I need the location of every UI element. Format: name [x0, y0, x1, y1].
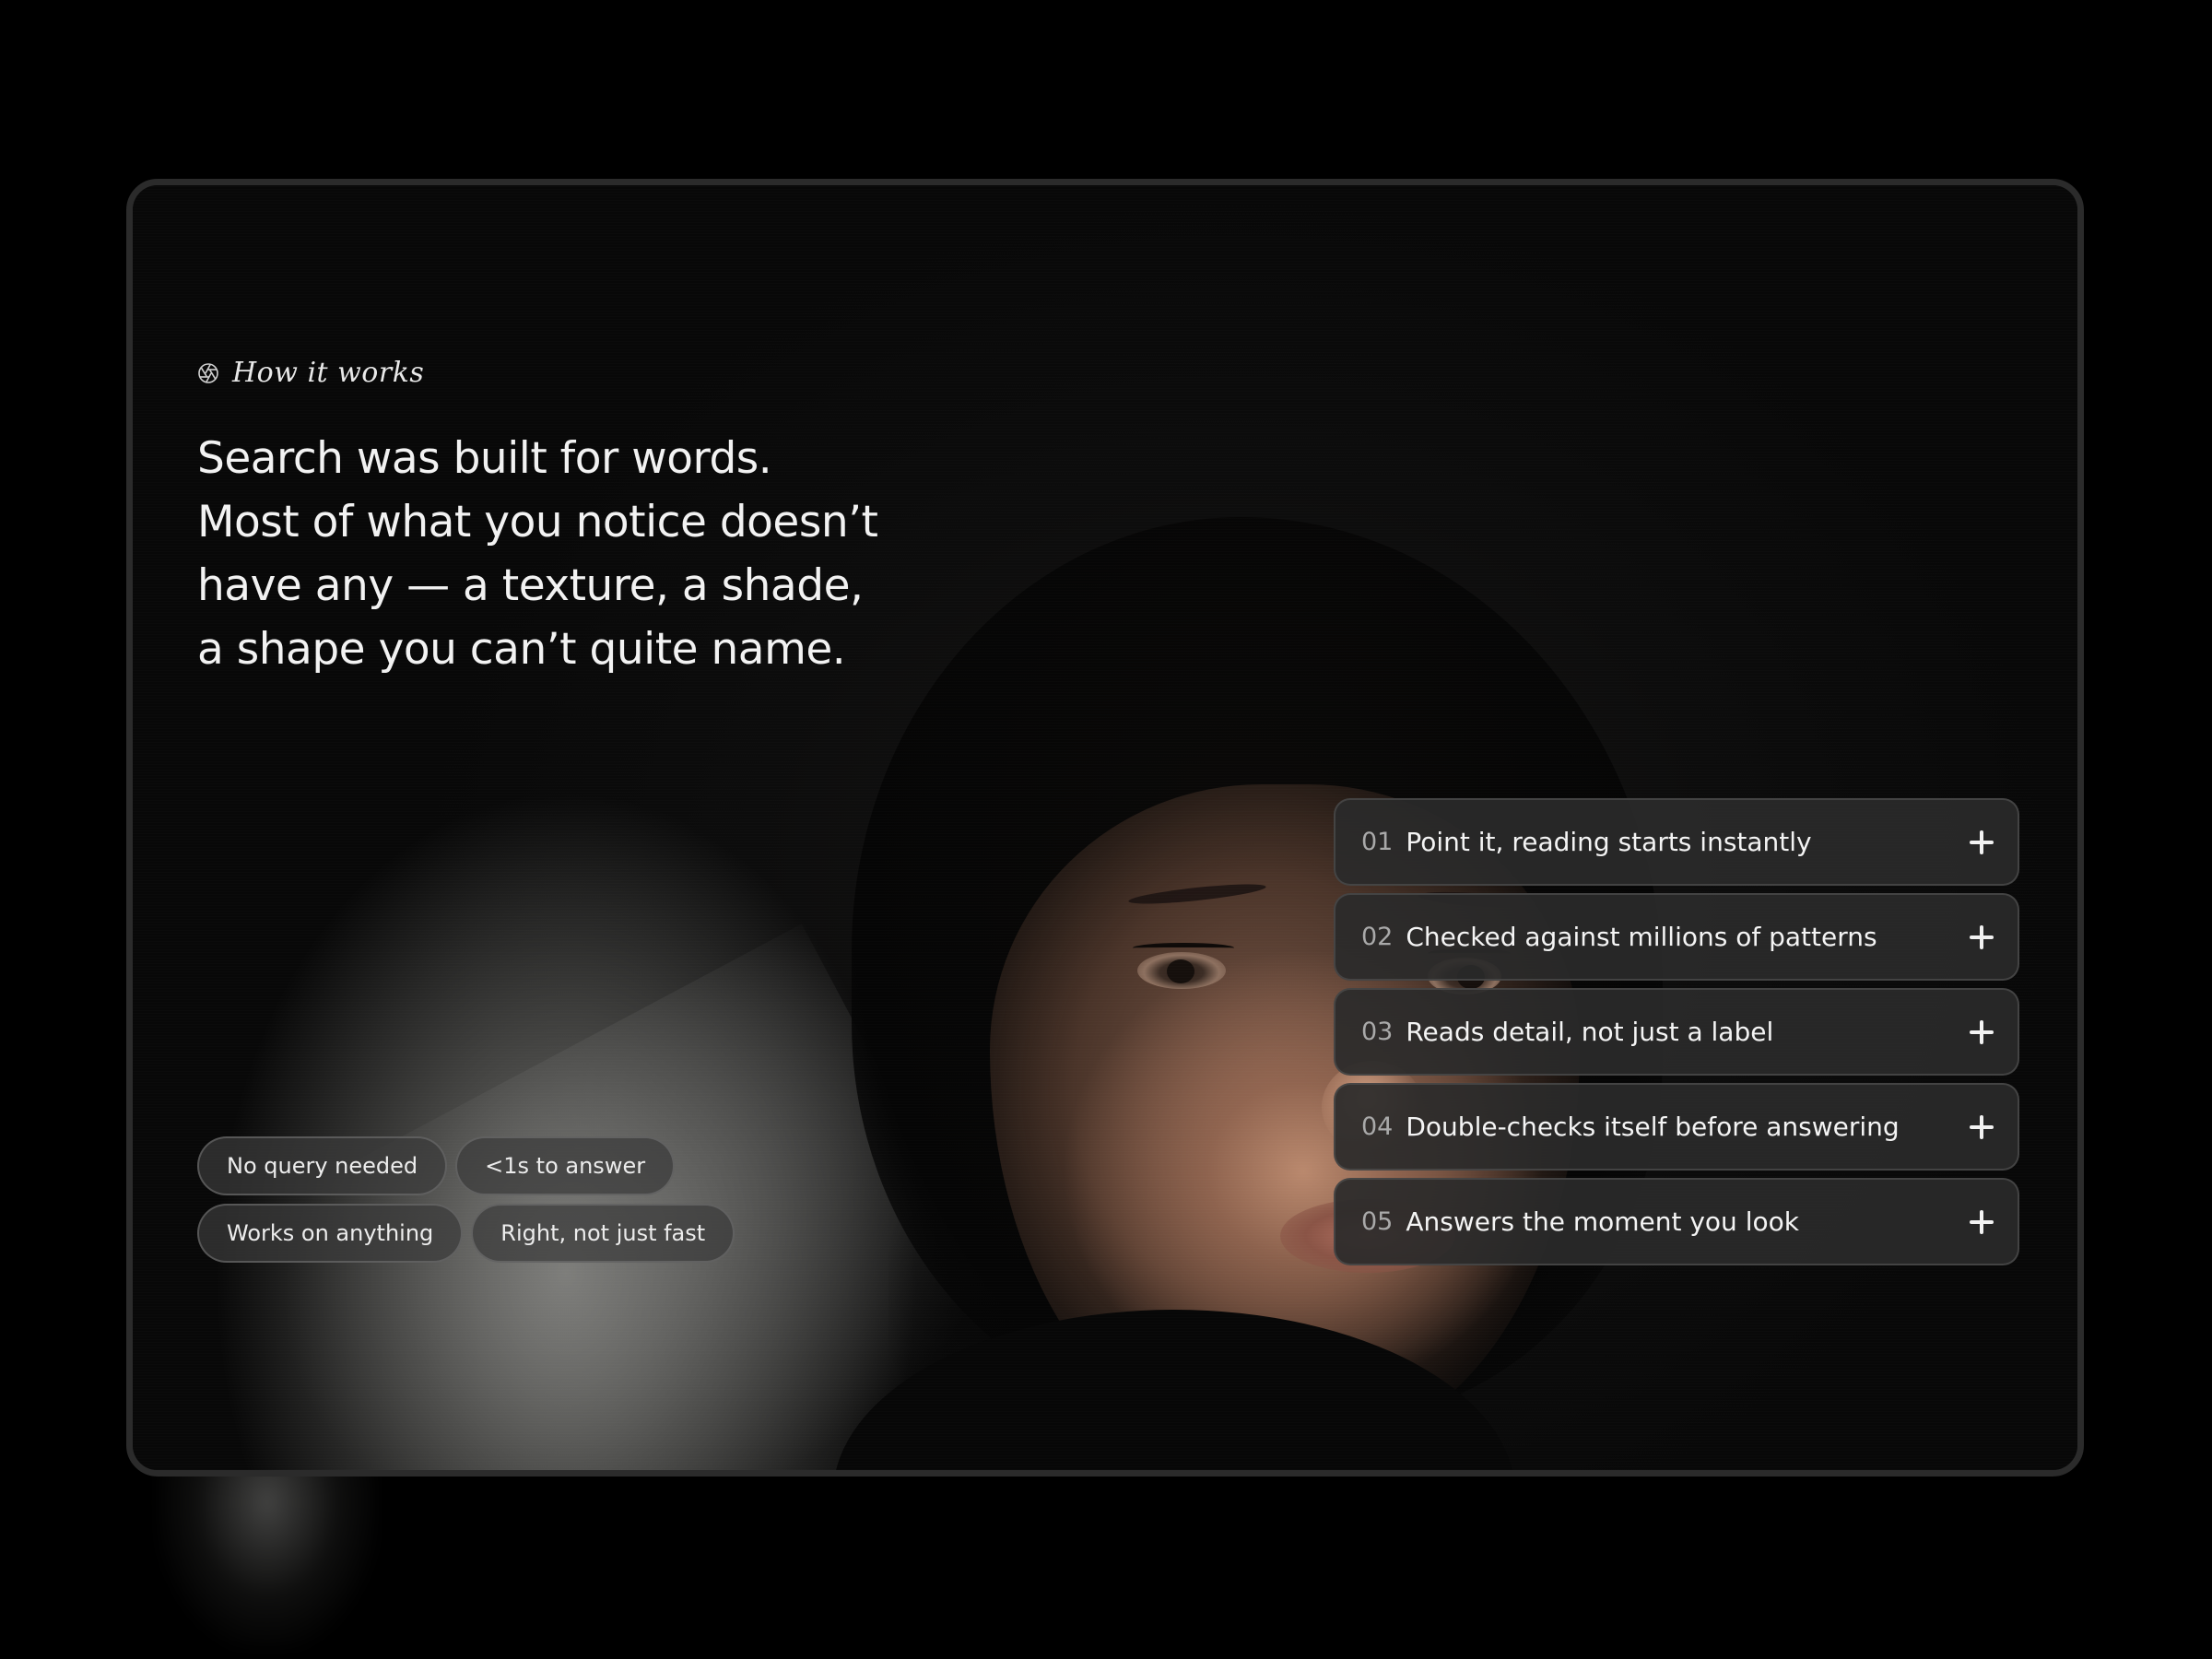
- accordion-item-02[interactable]: 02 Checked against millions of patterns: [1334, 893, 2019, 981]
- accordion-item-03[interactable]: 03 Reads detail, not just a label: [1334, 988, 2019, 1076]
- section-eyebrow-label: How it works: [232, 357, 425, 389]
- feature-chips: No query needed <1s to answer Works on a…: [197, 1136, 750, 1271]
- page: How it works Search was built for words.…: [0, 0, 2212, 1659]
- headline-line: Most of what you notice doesn’t: [197, 497, 878, 547]
- accordion-item-04[interactable]: 04 Double-checks itself before answering: [1334, 1083, 2019, 1171]
- accordion-item-05[interactable]: 05 Answers the moment you look: [1334, 1178, 2019, 1265]
- plus-icon[interactable]: [1970, 924, 1994, 949]
- aperture-icon: [197, 362, 219, 384]
- plus-icon[interactable]: [1970, 830, 1994, 854]
- accordion-item-01[interactable]: 01 Point it, reading starts instantly: [1334, 798, 2019, 886]
- chip-works-on-anything: Works on anything: [197, 1204, 464, 1263]
- headline-line: a shape you can’t quite name.: [197, 624, 846, 675]
- plus-icon[interactable]: [1970, 1114, 1994, 1139]
- step-title: Double-checks itself before answering: [1406, 1112, 1900, 1142]
- step-title: Checked against millions of patterns: [1406, 922, 1877, 952]
- headline-line: Search was built for words.: [197, 433, 772, 484]
- section-eyebrow: How it works: [197, 357, 424, 389]
- light-spill: [157, 1465, 378, 1650]
- step-number: 01: [1361, 828, 1394, 856]
- step-number: 05: [1361, 1207, 1394, 1236]
- step-title: Reads detail, not just a label: [1406, 1017, 1774, 1047]
- chip-answer-time: <1s to answer: [455, 1136, 676, 1195]
- section-headline: Search was built for words. Most of what…: [197, 427, 1008, 681]
- chip-row: Works on anything Right, not just fast: [197, 1204, 750, 1263]
- steps-accordion: 01 Point it, reading starts instantly 02…: [1334, 798, 2019, 1273]
- chip-right-not-just-fast: Right, not just fast: [471, 1204, 735, 1263]
- step-number: 04: [1361, 1112, 1394, 1141]
- how-it-works-card: How it works Search was built for words.…: [126, 179, 2084, 1477]
- chip-no-query-needed: No query needed: [197, 1136, 448, 1195]
- step-number: 02: [1361, 923, 1394, 951]
- step-number: 03: [1361, 1018, 1394, 1046]
- chip-row: No query needed <1s to answer: [197, 1136, 750, 1195]
- headline-line: have any — a texture, a shade,: [197, 560, 864, 611]
- step-title: Answers the moment you look: [1406, 1206, 1799, 1237]
- plus-icon[interactable]: [1970, 1019, 1994, 1044]
- plus-icon[interactable]: [1970, 1209, 1994, 1234]
- step-title: Point it, reading starts instantly: [1406, 827, 1812, 857]
